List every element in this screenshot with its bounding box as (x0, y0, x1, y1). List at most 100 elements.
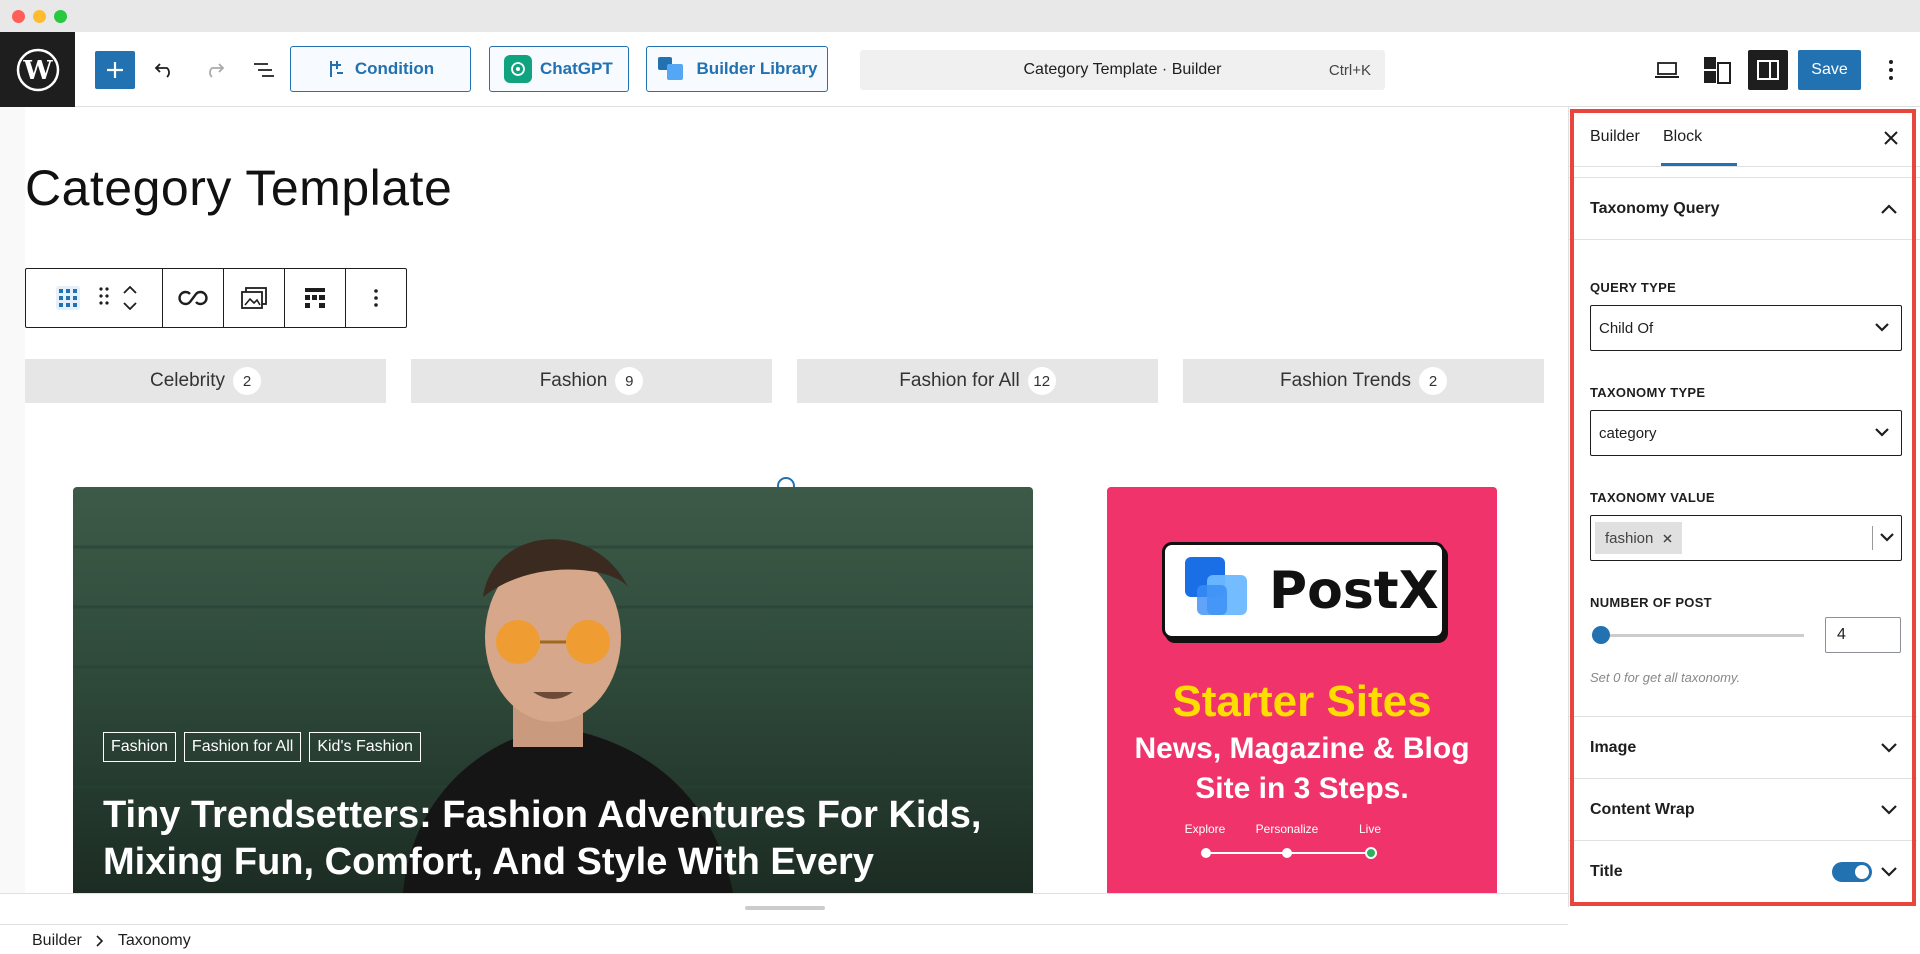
blocks-icon (1704, 57, 1731, 84)
link-button[interactable] (163, 269, 224, 327)
section-label: Title (1590, 862, 1623, 880)
close-window-button[interactable] (12, 10, 25, 23)
options-menu-button[interactable] (1876, 51, 1906, 89)
remove-icon[interactable] (1663, 533, 1672, 543)
breadcrumb-item-taxonomy[interactable]: Taxonomy (118, 932, 191, 950)
block-toolbar (25, 268, 407, 328)
taxonomy-query-header[interactable]: Taxonomy Query (1569, 177, 1920, 240)
gallery-button[interactable] (224, 269, 285, 327)
maximize-window-button[interactable] (54, 10, 67, 23)
taxonomy-type-select[interactable]: category (1590, 410, 1902, 456)
content-wrap-section-header[interactable]: Content Wrap (1569, 778, 1917, 840)
canvas-gutter (0, 107, 25, 893)
chevron-down-icon (1881, 743, 1897, 753)
builder-library-button[interactable]: Builder Library (646, 46, 828, 92)
command-shortcut: Ctrl+K (1328, 62, 1371, 79)
grid-icon (56, 286, 80, 310)
layout-button[interactable] (285, 269, 346, 327)
chevron-up-icon[interactable] (123, 286, 137, 294)
block-options-button[interactable] (346, 269, 406, 327)
site-editor-button[interactable] (1700, 51, 1734, 89)
wordpress-logo-button[interactable]: W (0, 32, 75, 107)
undo-button[interactable] (150, 51, 180, 89)
condition-button[interactable]: Condition (290, 46, 471, 92)
post-tag[interactable]: Fashion for All (183, 732, 302, 762)
step-label: Personalize (1255, 822, 1319, 836)
block-type-button[interactable] (51, 281, 85, 315)
link-icon (178, 290, 208, 306)
page-title[interactable]: Category Template (25, 159, 452, 217)
category-item[interactable]: Celebrity 2 (25, 359, 386, 403)
query-type-label: QUERY TYPE (1590, 280, 1677, 295)
save-button[interactable]: Save (1798, 50, 1861, 90)
category-count: 2 (232, 367, 261, 395)
move-buttons (123, 286, 137, 310)
category-item[interactable]: Fashion Trends 2 (1183, 359, 1544, 403)
promo-subtitle-1: News, Magazine & Blog (1134, 732, 1470, 765)
promo-banner[interactable]: PostX Starter Sites News, Magazine & Blo… (1107, 487, 1497, 893)
postx-brand: PostX (1269, 560, 1439, 621)
query-type-select[interactable]: Child Of (1590, 305, 1902, 351)
list-view-icon (254, 63, 274, 77)
chatgpt-button[interactable]: ChatGPT (489, 46, 629, 92)
settings-sidebar-toggle[interactable] (1748, 50, 1788, 90)
resize-grip[interactable] (745, 906, 825, 910)
taxonomy-token: fashion (1595, 522, 1683, 554)
post-tags: Fashion Fashion for All Kid's Fashion (103, 732, 421, 762)
command-palette-button[interactable]: Category Template · Builder Ctrl+K (860, 50, 1385, 90)
more-vertical-icon (374, 289, 378, 307)
title-toggle[interactable] (1832, 862, 1872, 882)
redo-button[interactable] (199, 51, 229, 89)
category-item[interactable]: Fashion for All 12 (797, 359, 1158, 403)
wordpress-icon: W (16, 48, 59, 91)
sidebar-tabs: Builder Block (1569, 107, 1920, 167)
drag-handle-button[interactable] (99, 286, 109, 310)
post-tag[interactable]: Kid's Fashion (309, 732, 421, 762)
chevron-down-icon (1880, 533, 1894, 542)
drag-icon (99, 286, 109, 305)
chevron-down-icon (1881, 867, 1897, 877)
tab-block[interactable]: Block (1663, 128, 1702, 146)
category-item[interactable]: Fashion 9 (411, 359, 772, 403)
undo-icon (154, 63, 170, 78)
taxonomy-type-value: category (1599, 424, 1657, 442)
breadcrumb: Builder Taxonomy (32, 932, 191, 950)
chevron-down-icon (1881, 805, 1897, 815)
close-icon[interactable] (1884, 131, 1898, 145)
chatgpt-label: ChatGPT (540, 59, 613, 78)
condition-icon (329, 61, 343, 77)
preview-device-button[interactable] (1652, 51, 1682, 89)
taxonomy-type-label: TAXONOMY TYPE (1590, 385, 1706, 400)
redo-icon (209, 63, 225, 78)
image-section-header[interactable]: Image (1569, 716, 1917, 778)
document-overview-button[interactable] (249, 51, 279, 89)
section-label: Content Wrap (1590, 800, 1695, 818)
plus-icon (107, 62, 123, 78)
breadcrumb-item-builder[interactable]: Builder (32, 932, 82, 950)
postx-logo-card: PostX (1162, 542, 1445, 639)
post-tag[interactable]: Fashion (103, 732, 176, 762)
tab-builder[interactable]: Builder (1590, 128, 1640, 146)
number-of-post-input[interactable]: 4 (1825, 617, 1901, 653)
slider-thumb[interactable] (1592, 626, 1610, 644)
taxonomy-value-label: TAXONOMY VALUE (1590, 490, 1715, 505)
chevron-down-icon[interactable] (123, 302, 137, 310)
layout-icon (305, 288, 325, 308)
laptop-icon (1655, 62, 1679, 78)
section-label: Image (1590, 738, 1637, 756)
category-count: 9 (615, 367, 644, 395)
add-block-button[interactable] (95, 51, 135, 89)
chevron-down-icon (1875, 428, 1889, 437)
settings-sidebar: Builder Block Taxonomy Query QUERY TYPE … (1568, 107, 1920, 907)
minimize-window-button[interactable] (33, 10, 46, 23)
post-title[interactable]: Tiny Trendsetters: Fashion Adventures Fo… (103, 792, 1003, 886)
editor-footer: Builder Taxonomy (0, 893, 1568, 954)
promo-headline: Starter Sites (1172, 677, 1432, 726)
number-slider[interactable] (1592, 626, 1804, 644)
taxonomy-value-select[interactable]: fashion (1590, 515, 1902, 561)
featured-post-card[interactable]: Fashion Fashion for All Kid's Fashion Ti… (73, 487, 1033, 893)
category-count: 2 (1418, 367, 1447, 395)
images-icon (241, 287, 267, 309)
title-section-header[interactable]: Title (1569, 840, 1917, 902)
step-label: Explore (1184, 822, 1226, 836)
